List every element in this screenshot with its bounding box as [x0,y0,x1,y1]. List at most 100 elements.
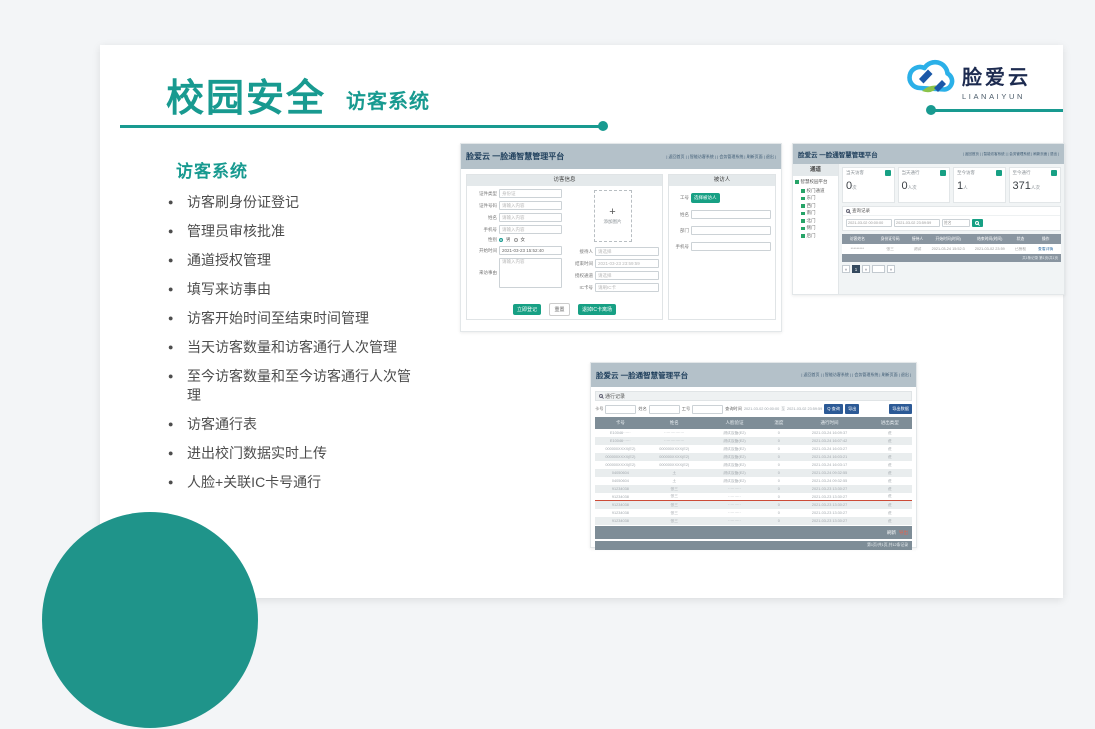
platform-nav-links[interactable]: | 返回首页 | | 智能访客系统 | | 会务管理系统 | 刷新页面 | 退出… [801,372,911,378]
return-ic-card-button[interactable]: 退掉IC卡离场 [578,304,616,315]
footer-export-link[interactable]: 导出 [899,530,908,536]
table-header-cell: 接待人 [908,237,928,242]
register-now-button[interactable]: 立即登记 [513,304,541,315]
field-input[interactable]: 身份证 [499,189,562,198]
tree-node-icon [801,204,805,208]
pagination-first-button[interactable]: « [842,265,850,273]
field-input[interactable] [691,226,771,235]
cell-name: 000000XXXX(E2) [646,463,703,467]
platform-nav-links[interactable]: | 返回首页 | | 智能访客系统 | | 会务管理系统 | 刷新页面 | 退出… [666,154,776,160]
table-row[interactable]: 91234038 张三 ·········· 0 2021-03-23 13:3… [595,509,912,517]
cell-temperature: 0 [766,519,791,523]
query-end-time[interactable]: 2021-03-02 23:59:59 [787,407,822,411]
platform-title: 脸爱云 一脸通智慧管理平台 [596,370,688,381]
field-input[interactable]: 请选择 [595,247,659,256]
start-time-input[interactable]: 2021-03-23 15:52:40 [499,246,562,255]
table-header-cell: 访客姓名 [842,237,873,242]
search-button[interactable] [972,219,983,227]
query-start-time[interactable]: 2021-03-02 00:00:00 [744,407,779,411]
field-input[interactable]: 请输入内容 [499,213,562,222]
feature-bullet-list: 访客刷身份证登记管理员审核批准通道授权管理填写来访事由访客开始时间至结束时间管理… [168,193,418,502]
field-input[interactable]: 请刷IC卡 [595,283,659,292]
reset-button[interactable]: 重置 [549,303,569,316]
channel-tree-item[interactable]: 校门通道 [795,187,836,195]
field-input[interactable]: 2021-03-23 23:59:59 [595,259,659,268]
end-date-input[interactable]: 2021-03-02 23:59:59 [894,219,940,227]
export-button[interactable]: 导出 [845,404,859,414]
field-label: IC卡号 [566,285,593,291]
cell-card-no: 000000XXXX(E2) [595,455,646,459]
start-date-input[interactable]: 2021-03-02 00:00:00 [846,219,892,227]
platform-nav-links[interactable]: | 返回首页 | | 智能访客系统 | | 会务管理系统 | 刷新页面 | 退出… [963,152,1059,157]
table-header-cell: 操作 [1030,237,1061,242]
channel-tree-root[interactable]: 智慧校园平台 [795,179,836,185]
form-field-row: IC卡号 请刷IC卡 [566,283,659,292]
staff-id-label: 工号 [682,406,690,412]
table-row[interactable]: E10046······ ················ 测试设备(E2) 0… [595,437,912,445]
footer-refresh-link[interactable]: 刷新 [887,530,896,536]
channel-tree-item[interactable]: 侧门 [795,225,836,233]
gender-female-radio[interactable] [514,238,518,242]
name-input[interactable]: 姓名 [942,219,970,227]
field-input[interactable]: 请选择 [595,271,659,280]
channel-tree-item[interactable]: 西门 [795,202,836,210]
cell-temperature: 0 [766,503,791,507]
table-row[interactable]: 91234038 张三 ·········· 0 2021-03-23 13:3… [595,493,912,501]
cell-card-no: 000000XXXX(E2) [595,447,646,451]
cell-face-verify: ·········· [703,511,766,515]
export-data-button[interactable]: 导出数据 [889,404,912,414]
choose-visited-button[interactable]: 选择被访人 [691,193,720,203]
query-button[interactable]: Q 查询 [824,404,843,414]
cell-pass-time: 2021-03-24 16:07:42 [792,439,868,443]
visit-reason-textarea[interactable]: 请输入内容 [499,258,562,288]
channel-tree-item[interactable]: 北门 [795,217,836,225]
pagination-go-button[interactable]: » [887,265,895,273]
field-input[interactable]: 请输入内容 [499,225,562,234]
pass-records-title: 通行记录 [605,393,625,400]
table-row[interactable]: 04050604 王 测试设备(E2) 0 2021-03-24 09:32:5… [595,477,912,485]
cell-card-no: 04050604 [595,479,646,483]
pagination-next-button[interactable]: » [862,265,870,273]
table-row[interactable]: 91234038 张三 ·········· 0 2021-03-23 13:3… [595,485,912,493]
field-input[interactable] [691,210,771,219]
pagination-page-1[interactable]: 1 [852,265,860,273]
cell-id-number: 张三 [873,247,908,252]
table-row[interactable]: 04050604 王 测试设备(E2) 0 2021-03-24 09:32:5… [595,469,912,477]
photo-upload-box[interactable]: + 添加图片 [594,190,632,242]
table-row[interactable]: ********* 张三 测试 2021-03-24 15:52:3 2021-… [842,244,1061,254]
table-row[interactable]: 000000XXXX(E2) 000000XXXX(E2) 测试设备(E2) 0… [595,461,912,469]
visit-reason-label: 来访事由 [470,270,497,276]
view-detail-link[interactable]: 查看详情 [1030,247,1061,252]
table-footer-pageinfo: 第1页/共1页,共12条记录 [595,541,912,550]
field-input[interactable] [691,242,771,251]
channel-tree-item[interactable]: 后门 [795,232,836,240]
section-heading: 访客系统 [176,157,248,182]
cell-card-no: 91234038 [595,511,646,515]
table-row[interactable]: E10046······ ················ 测试设备(E2) 0… [595,429,912,437]
table-row[interactable]: 91234038 张三 ·········· 0 2021-03-23 13:3… [595,501,912,509]
name-input[interactable] [649,405,680,414]
stat-card: 当天访客 0次 [842,167,895,203]
table-row[interactable]: 000000XXXX(E2) 000000XXXX(E2) 测试设备(E2) 0… [595,445,912,453]
to-label: 至 [781,407,785,412]
table-row[interactable]: 91234038 张三 ·········· 0 2021-03-23 13:3… [595,517,912,525]
gender-male-radio[interactable] [499,238,503,242]
pagination-jump-input[interactable] [872,265,885,273]
form-field-row: 姓名 请输入内容 [470,213,562,222]
channel-tree-item[interactable]: 南门 [795,210,836,218]
card-no-input[interactable] [605,405,636,414]
stat-unit: 人次 [908,185,917,190]
channel-tree-item[interactable]: 东门 [795,195,836,203]
logo-subtext: LIANAIYUN [962,92,1031,101]
staff-id-input[interactable] [692,405,723,414]
field-input[interactable]: 请输入内容 [499,201,562,210]
platform-header: 脸爱云 一脸通智慧管理平台 | 返回首页 | | 智能访客系统 | | 会务管理… [461,144,781,169]
brand-logo: 脸爱云 LIANAIYUN [906,55,1031,106]
cell-temperature: 0 [766,479,791,483]
tree-node-icon [801,197,805,201]
stat-unit: 人 [963,185,968,190]
table-row[interactable]: 000000XXXX(E2) 000000XXXX(E2) 测试设备(E2) 0… [595,453,912,461]
field-label: 授权通道 [566,273,593,279]
stat-card: 至今访客 1人 [953,167,1006,203]
tree-item-label: 西门 [807,203,816,209]
